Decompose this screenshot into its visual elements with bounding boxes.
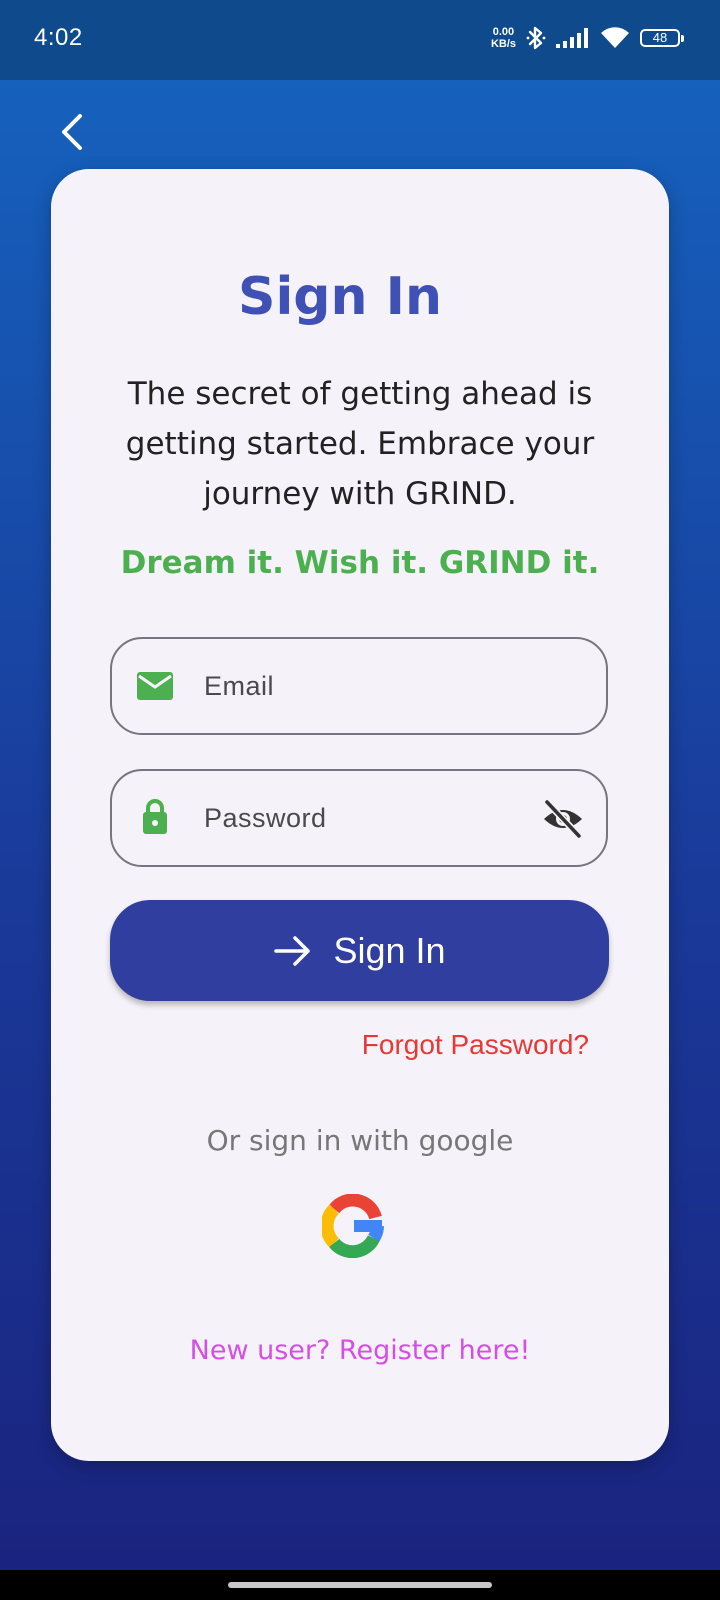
mail-icon xyxy=(137,672,173,700)
status-time: 4:02 xyxy=(34,24,83,51)
net-speed-unit: KB/s xyxy=(490,38,516,50)
home-indicator[interactable] xyxy=(228,1582,492,1588)
lock-icon xyxy=(143,799,167,834)
net-speed-value: 0.00 xyxy=(492,26,515,38)
chevron-left-icon xyxy=(62,114,82,150)
email-input[interactable] xyxy=(204,661,524,711)
arrow-right-icon xyxy=(274,935,311,966)
password-input[interactable] xyxy=(204,793,524,843)
battery-icon: 48 xyxy=(640,29,684,47)
navigation-bar xyxy=(0,1570,720,1600)
motto: Dream it. Wish it. GRIND it. xyxy=(120,545,600,581)
status-icons: 0.00 KB/s 48 xyxy=(491,22,684,54)
sign-in-label: Sign In xyxy=(333,929,446,971)
email-field[interactable] xyxy=(110,637,608,735)
google-caption: Or sign in with google xyxy=(206,1124,514,1157)
google-icon[interactable] xyxy=(322,1194,386,1258)
sign-in-button[interactable]: Sign In xyxy=(110,900,609,1001)
back-button[interactable] xyxy=(52,110,96,154)
visibility-off-icon[interactable] xyxy=(542,799,584,839)
register-link[interactable]: New user? Register here! xyxy=(51,1335,669,1366)
subtitle: The secret of getting ahead is getting s… xyxy=(125,376,595,512)
password-field[interactable] xyxy=(110,769,608,867)
bluetooth-icon xyxy=(526,26,546,50)
forgot-password-link[interactable]: Forgot Password? xyxy=(362,1029,589,1061)
sign-in-card: Sign In The secret of getting ahead is g… xyxy=(51,169,669,1461)
net-speed: 0.00 KB/s xyxy=(491,26,516,50)
page-title: Sign In xyxy=(238,267,442,327)
status-bar: 4:02 0.00 KB/s 48 xyxy=(0,0,720,80)
signal-icon xyxy=(556,28,588,48)
wifi-icon xyxy=(601,27,629,48)
